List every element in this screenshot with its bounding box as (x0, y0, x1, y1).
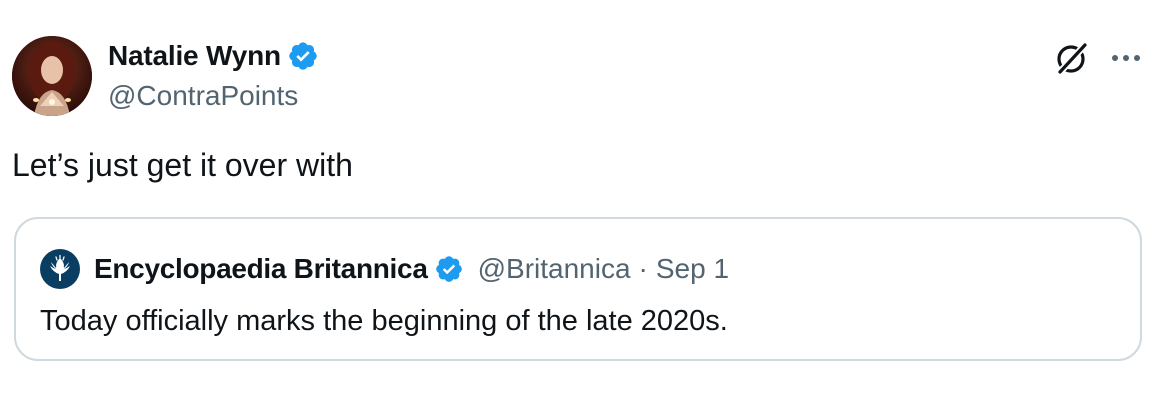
quoted-post-date[interactable]: Sep 1 (656, 253, 729, 285)
tweet-text: Let’s just get it over with (12, 147, 353, 183)
thistle-logo-icon[interactable] (40, 249, 80, 289)
quoted-author-handle[interactable]: @Britannica (478, 253, 631, 285)
quoted-tweet-card[interactable]: Encyclopaedia Britannica @Britannica · S… (14, 217, 1142, 361)
author-avatar[interactable] (12, 36, 92, 116)
author-name[interactable]: Natalie Wynn (108, 40, 281, 72)
quoted-author-name[interactable]: Encyclopaedia Britannica (94, 253, 428, 285)
more-options-icon[interactable] (1108, 40, 1144, 76)
quoted-tweet-header: Encyclopaedia Britannica @Britannica · S… (40, 249, 729, 289)
verified-badge-icon[interactable] (434, 254, 464, 284)
quoted-tweet-text: Today officially marks the beginning of … (40, 305, 728, 337)
author-name-row: Natalie Wynn (108, 38, 319, 74)
grok-icon[interactable] (1052, 38, 1092, 78)
separator-dot: · (638, 253, 648, 284)
verified-badge-icon[interactable] (287, 40, 319, 72)
tweet: Natalie Wynn @ContraPoints Let’s just ge… (0, 0, 1170, 396)
avatar-image (12, 36, 92, 116)
author-handle[interactable]: @ContraPoints (108, 80, 298, 112)
